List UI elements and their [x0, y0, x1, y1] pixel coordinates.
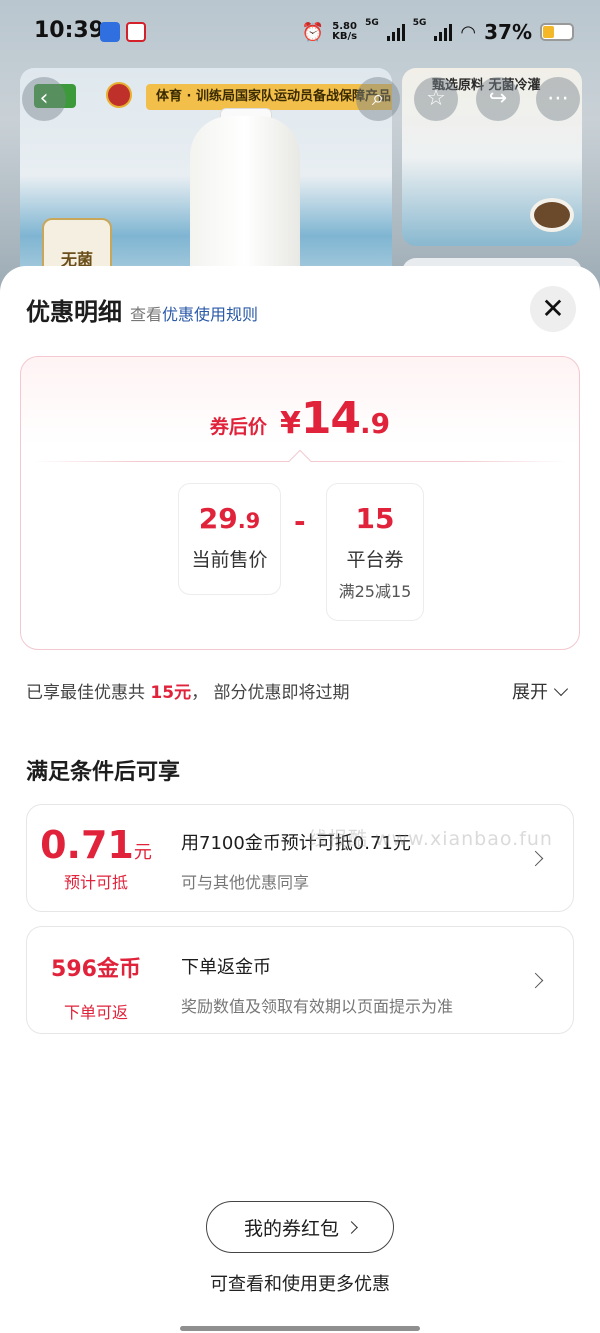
after-coupon-label: 券后价 [209, 416, 267, 438]
watermark-text: 线报酷 www.xianbao.fun [308, 828, 553, 850]
more-discounts-hint: 可查看和使用更多优惠 [210, 1274, 390, 1295]
conditional-benefits-title: 满足条件后可享 [26, 760, 181, 785]
coin-deduction-desc: 可与其他优惠同享 [181, 873, 310, 892]
summary-prefix: 已享最佳优惠共 [26, 683, 151, 703]
search-icon[interactable]: ⌕ [356, 77, 400, 121]
after-coupon-price: 券后价 ¥14.9 [21, 393, 579, 444]
sports-emblem-icon [106, 82, 132, 108]
current-price-decimal: .9 [237, 509, 261, 533]
rebate-label: 下单可返 [63, 1003, 128, 1022]
chevron-right-icon [527, 972, 544, 989]
coin-deduction-item[interactable]: 0.71元 预计可抵 用7100金币预计可抵0.71元 可与其他优惠同享 [26, 804, 574, 912]
expand-button[interactable]: 展开 [512, 678, 569, 704]
rebate-value: 596金币 [51, 957, 141, 982]
currency-symbol: ¥ [279, 406, 301, 441]
status-bar: 10:39 ⏰ 5.80 KB/s 5G 5G ◠ 37% [0, 0, 600, 62]
card-divider-notch [288, 449, 312, 473]
current-price-integer: 29 [198, 502, 238, 535]
platform-coupon-label: 平台券 [346, 549, 404, 571]
coin-rebate-title: 下单返金币 [181, 957, 271, 978]
deduction-unit: 元 [133, 842, 152, 863]
my-coupons-label: 我的券红包 [243, 1217, 339, 1240]
signal-2-icon [434, 23, 453, 41]
back-arrow-icon[interactable]: ‹ [22, 77, 66, 121]
current-price-label: 当前售价 [191, 549, 268, 571]
signal-1-label: 5G [365, 18, 379, 28]
platform-coupon-box: 15 平台券 满25减15 [326, 483, 424, 621]
home-indicator[interactable] [180, 1326, 420, 1331]
chevron-down-icon [553, 681, 569, 696]
after-price-integer: 14 [300, 393, 361, 444]
coin-rebate-item[interactable]: 596金币 下单可返 下单返金币 奖励数值及领取有效期以页面提示为准 [26, 926, 574, 1034]
discount-rules-link[interactable]: 优惠使用规则 [162, 301, 258, 325]
status-time: 10:39 [34, 18, 105, 43]
deduction-label: 预计可抵 [63, 873, 128, 892]
platform-coupon-condition: 满25减15 [338, 582, 412, 601]
network-speed: 5.80 KB/s [332, 22, 357, 42]
wifi-icon: ◠ [460, 21, 477, 43]
alarm-icon: ⏰ [301, 21, 325, 43]
deduction-value: 0.71 [40, 823, 134, 867]
discount-summary: 已享最佳优惠共 15元， 部分优惠即将过期 [26, 678, 349, 703]
signal-1-icon [386, 23, 405, 41]
platform-coupon-value: 15 [355, 502, 395, 535]
my-coupons-button[interactable]: 我的券红包 [206, 1201, 394, 1253]
sheet-header: 优惠明细 查看 优惠使用规则 [26, 292, 258, 327]
chevron-right-icon [345, 1220, 358, 1234]
minus-sign: - [294, 505, 306, 538]
coconut-image [530, 198, 574, 232]
bank-notification-icon [126, 22, 146, 42]
summary-suffix: ， 部分优惠即将过期 [191, 683, 350, 703]
sheet-title: 优惠明细 [26, 298, 122, 326]
expand-label: 展开 [512, 682, 548, 703]
close-icon[interactable]: ✕ [530, 286, 576, 332]
coin-rebate-desc: 奖励数值及领取有效期以页面提示为准 [181, 997, 454, 1016]
share-icon[interactable]: ↪ [476, 77, 520, 121]
app-notification-icon [100, 22, 120, 42]
signal-2-label: 5G [412, 18, 427, 28]
price-breakdown-card: 券后价 ¥14.9 29.9 当前售价 - 15 平台券 满25减15 [20, 356, 580, 650]
battery-percent: 37% [484, 20, 532, 44]
summary-amount: 15元 [150, 683, 192, 703]
coin-rebate-amount: 596金币 下单可返 [27, 927, 165, 1033]
coin-deduction-amount: 0.71元 预计可抵 [27, 805, 165, 911]
current-price-value: 29.9 [179, 502, 280, 535]
star-icon[interactable]: ☆ [414, 77, 458, 121]
chevron-right-icon [527, 850, 544, 867]
rule-prefix: 查看 [130, 305, 163, 324]
discount-detail-sheet: 优惠明细 查看 优惠使用规则 ✕ 券后价 ¥14.9 29.9 当前售价 - 1… [0, 266, 600, 1333]
battery-icon [540, 23, 574, 41]
network-speed-unit: KB/s [332, 31, 358, 42]
coin-rebate-text: 下单返金币 奖励数值及领取有效期以页面提示为准 [181, 953, 523, 1017]
more-icon[interactable]: ⋯ [536, 77, 580, 121]
current-price-box: 29.9 当前售价 [178, 483, 281, 595]
after-price-decimal: .9 [360, 407, 391, 440]
